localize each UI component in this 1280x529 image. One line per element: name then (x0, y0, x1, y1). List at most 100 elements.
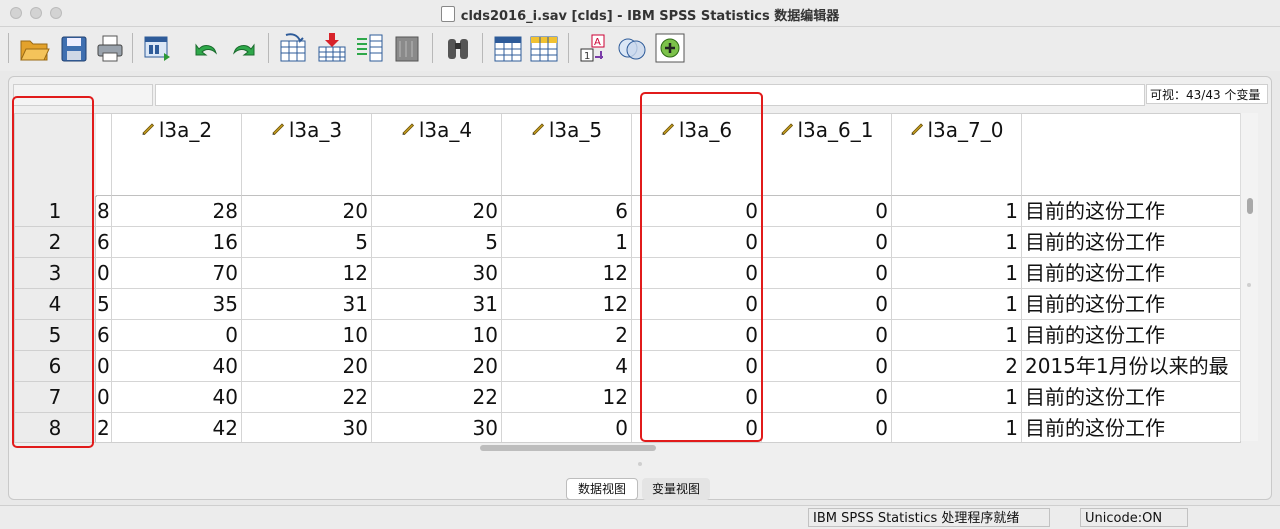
table-cell[interactable]: 12 (242, 258, 372, 289)
table-cell[interactable]: 70 (112, 258, 242, 289)
table-cell[interactable]: 0 (96, 351, 112, 382)
table-cell[interactable]: 8 (96, 196, 112, 227)
table-cell[interactable]: 2 (892, 351, 1022, 382)
scale-measure-icon (910, 123, 923, 135)
table-cell[interactable]: 30 (372, 258, 502, 289)
column-header[interactable] (1022, 114, 1240, 196)
use-variable-sets-icon[interactable] (616, 31, 648, 65)
run-descriptives-icon[interactable] (392, 31, 424, 65)
goto-variable-icon[interactable] (316, 31, 348, 65)
goto-case-icon[interactable] (278, 31, 310, 65)
table-cell[interactable]: 1 (892, 320, 1022, 351)
table-cell[interactable]: 20 (372, 196, 502, 227)
table-cell[interactable]: 30 (242, 413, 372, 442)
toolbar-separator (8, 33, 9, 63)
table-cell[interactable]: 0 (762, 258, 892, 289)
redo-icon[interactable] (228, 31, 260, 65)
column-header-l3a-7-0[interactable]: l3a_7_0 (892, 114, 1022, 196)
table-cell[interactable]: 12 (502, 258, 632, 289)
save-icon[interactable] (58, 31, 90, 65)
table-cell[interactable]: 12 (502, 289, 632, 320)
table-cell[interactable]: 5 (242, 227, 372, 258)
horizontal-scroll-thumb[interactable] (480, 445, 656, 451)
table-cell[interactable]: 1 (892, 227, 1022, 258)
table-cell[interactable]: 1 (892, 289, 1022, 320)
table-cell[interactable]: 42 (112, 413, 242, 442)
table-cell[interactable]: 目前的这份工作 (1022, 382, 1240, 413)
table-cell[interactable]: 目前的这份工作 (1022, 289, 1240, 320)
table-cell[interactable]: 0 (502, 413, 632, 442)
table-cell[interactable]: 22 (242, 382, 372, 413)
table-cell[interactable]: 40 (112, 351, 242, 382)
data-grid[interactable]: l3a_2 l3a_3 l3a_4 l3a_5 l3a_6 l3a_6_1 l3a_7_0 1… (14, 113, 1241, 443)
table-cell[interactable]: 1 (502, 227, 632, 258)
find-icon[interactable] (442, 31, 474, 65)
table-cell[interactable]: 22 (372, 382, 502, 413)
table-cell[interactable]: 0 (762, 289, 892, 320)
table-cell[interactable]: 0 (762, 382, 892, 413)
table-cell[interactable]: 1 (892, 382, 1022, 413)
vertical-scrollbar[interactable] (1240, 113, 1258, 441)
table-cell[interactable]: 6 (502, 196, 632, 227)
toolbar-separator (482, 33, 483, 63)
tab-variable-view[interactable]: 变量视图 (642, 478, 710, 500)
table-cell[interactable]: 0 (762, 227, 892, 258)
column-header-l3a-2[interactable]: l3a_2 (112, 114, 242, 196)
insert-variable-icon[interactable] (528, 31, 560, 65)
column-header-l3a-5[interactable]: l3a_5 (502, 114, 632, 196)
column-header-label: l3a_5 (548, 118, 603, 142)
table-cell[interactable]: 6 (96, 320, 112, 351)
column-header[interactable] (96, 114, 112, 196)
window-title-container: clds2016_i.sav [clds] - IBM SPSS Statist… (0, 5, 1280, 24)
open-icon[interactable] (18, 31, 50, 65)
table-cell[interactable]: 16 (112, 227, 242, 258)
table-cell[interactable]: 10 (242, 320, 372, 351)
table-cell[interactable]: 2 (96, 413, 112, 442)
table-cell[interactable]: 30 (372, 413, 502, 442)
table-cell[interactable]: 0 (762, 413, 892, 442)
table-cell[interactable]: 0 (762, 196, 892, 227)
table-cell[interactable]: 2 (502, 320, 632, 351)
table-cell[interactable]: 0 (762, 351, 892, 382)
table-cell[interactable]: 28 (112, 196, 242, 227)
table-cell[interactable]: 31 (242, 289, 372, 320)
table-cell[interactable]: 20 (242, 196, 372, 227)
table-cell[interactable]: 0 (96, 382, 112, 413)
table-cell[interactable]: 2015年1月份以来的最 (1022, 351, 1240, 382)
table-cell[interactable]: 0 (112, 320, 242, 351)
dialog-recall-icon[interactable] (142, 31, 174, 65)
table-cell[interactable]: 31 (372, 289, 502, 320)
column-header-l3a-3[interactable]: l3a_3 (242, 114, 372, 196)
table-cell[interactable]: 0 (762, 320, 892, 351)
table-cell[interactable]: 1 (892, 413, 1022, 442)
table-cell[interactable]: 6 (96, 227, 112, 258)
variables-icon[interactable] (354, 31, 386, 65)
toolbar-separator (432, 33, 433, 63)
table-cell[interactable]: 目前的这份工作 (1022, 320, 1240, 351)
table-cell[interactable]: 目前的这份工作 (1022, 196, 1240, 227)
value-labels-icon[interactable]: A 1 (578, 31, 610, 65)
table-cell[interactable]: 35 (112, 289, 242, 320)
column-header-l3a-4[interactable]: l3a_4 (372, 114, 502, 196)
table-cell[interactable]: 20 (372, 351, 502, 382)
table-cell[interactable]: 10 (372, 320, 502, 351)
table-cell[interactable]: 5 (96, 289, 112, 320)
table-cell[interactable]: 4 (502, 351, 632, 382)
table-cell[interactable]: 20 (242, 351, 372, 382)
table-cell[interactable]: 目前的这份工作 (1022, 413, 1240, 442)
column-header-l3a-6-1[interactable]: l3a_6_1 (762, 114, 892, 196)
insert-cases-icon[interactable] (492, 31, 524, 65)
table-cell[interactable]: 1 (892, 258, 1022, 289)
table-cell[interactable]: 0 (96, 258, 112, 289)
table-cell[interactable]: 40 (112, 382, 242, 413)
table-cell[interactable]: 1 (892, 196, 1022, 227)
undo-icon[interactable] (190, 31, 222, 65)
table-cell[interactable]: 目前的这份工作 (1022, 258, 1240, 289)
tab-data-view[interactable]: 数据视图 (566, 478, 638, 500)
show-all-variables-icon[interactable] (654, 31, 686, 65)
table-cell[interactable]: 5 (372, 227, 502, 258)
vertical-scroll-thumb[interactable] (1247, 198, 1253, 214)
table-cell[interactable]: 目前的这份工作 (1022, 227, 1240, 258)
print-icon[interactable] (94, 31, 126, 65)
table-cell[interactable]: 12 (502, 382, 632, 413)
